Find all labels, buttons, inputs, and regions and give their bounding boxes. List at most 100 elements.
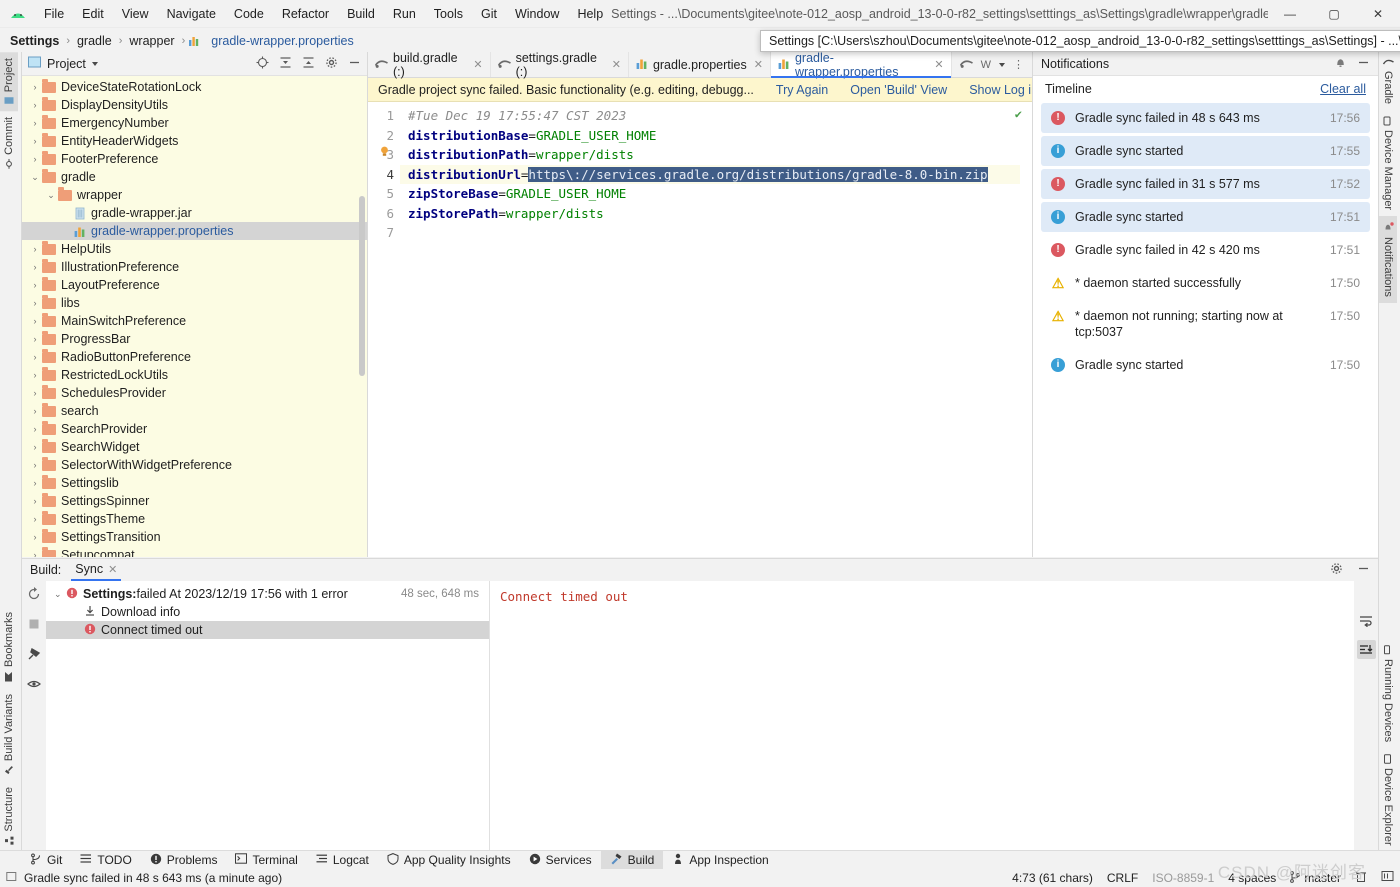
code-line[interactable]: distributionBase=GRADLE_USER_HOME [408, 126, 1032, 146]
tree-item-layoutpreference[interactable]: ›LayoutPreference [22, 276, 367, 294]
tree-expand-arrow[interactable]: › [28, 100, 42, 110]
tree-item-wrapper[interactable]: ⌄wrapper [22, 186, 367, 204]
tree-expand-arrow[interactable]: › [28, 118, 42, 128]
tool-window-button-app-quality-insights[interactable]: App Quality Insights [378, 851, 520, 870]
tree-item-emergencynumber[interactable]: ›EmergencyNumber [22, 114, 367, 132]
tree-item-setupcompat[interactable]: ›Setupcompat [22, 546, 367, 557]
chevron-down-icon[interactable] [92, 62, 98, 66]
tree-expand-arrow[interactable]: › [28, 136, 42, 146]
build-output-tree[interactable]: ⌄Settings: failed At 2023/12/19 17:56 wi… [46, 581, 490, 850]
tool-window-button-problems[interactable]: Problems [141, 851, 227, 870]
editor-tab-settings-gradle[interactable]: settings.gradle (:)✕ [491, 52, 629, 77]
sidebar-item-build-variants[interactable]: Build Variants [0, 688, 18, 781]
maximize-button[interactable]: ▢ [1312, 0, 1356, 28]
tree-expand-arrow[interactable]: › [28, 406, 42, 416]
error-stripe-marker-bar[interactable]: ✔ [1020, 102, 1032, 557]
tool-window-button-services[interactable]: Services [520, 851, 601, 870]
soft-wrap-icon[interactable] [1357, 611, 1376, 630]
tree-item-gradle-wrapper-properties[interactable]: gradle-wrapper.properties [22, 222, 367, 240]
tree-item-searchprovider[interactable]: ›SearchProvider [22, 420, 367, 438]
tree-item-restrictedlockutils[interactable]: ›RestrictedLockUtils [22, 366, 367, 384]
tree-expand-arrow[interactable]: › [28, 244, 42, 254]
sidebar-item-commit[interactable]: Commit [0, 111, 18, 175]
notification-item[interactable]: !Gradle sync failed in 48 s 643 ms17:56 [1041, 103, 1370, 133]
expand-all-icon[interactable] [279, 56, 292, 72]
caret-position[interactable]: 4:73 (61 chars) [1012, 871, 1093, 885]
close-icon[interactable]: ✕ [934, 58, 943, 71]
gear-icon[interactable] [325, 56, 338, 72]
tree-expand-arrow[interactable]: › [28, 460, 42, 470]
tree-item-search[interactable]: ›search [22, 402, 367, 420]
hide-panel-icon[interactable] [1357, 56, 1370, 72]
tree-expand-arrow[interactable]: › [28, 82, 42, 92]
restart-icon[interactable] [27, 587, 41, 604]
tree-expand-arrow[interactable]: › [28, 154, 42, 164]
breadcrumb-item-gradle[interactable]: gradle [73, 33, 116, 49]
menu-git[interactable]: Git [473, 4, 505, 24]
editor-tab-build-gradle[interactable]: build.gradle (:)✕ [368, 52, 491, 77]
close-icon[interactable]: ✕ [473, 58, 482, 71]
notification-item[interactable]: iGradle sync started17:55 [1041, 136, 1370, 166]
notification-item[interactable]: ⚠* daemon not running; starting now at t… [1041, 301, 1370, 347]
tree-expand-arrow[interactable]: › [28, 388, 42, 398]
tree-item-libs[interactable]: ›libs [22, 294, 367, 312]
tree-expand-arrow[interactable]: › [28, 424, 42, 434]
trash-icon[interactable] [1355, 870, 1367, 886]
menu-edit[interactable]: Edit [74, 4, 112, 24]
sidebar-item-structure[interactable]: Structure [0, 781, 18, 852]
editor-tab-overflow[interactable]: W⋮ [952, 52, 1032, 77]
tool-window-button-todo[interactable]: TODO [71, 851, 140, 870]
breadcrumb-item-settings[interactable]: Settings [6, 33, 63, 49]
hide-panel-icon[interactable] [1357, 562, 1370, 578]
build-tree-row[interactable]: ⌄Settings: failed At 2023/12/19 17:56 wi… [46, 585, 489, 603]
code-line[interactable]: distributionUrl=https\://services.gradle… [400, 165, 1032, 185]
tree-item-gradle[interactable]: ⌄gradle [22, 168, 367, 186]
menu-tools[interactable]: Tools [426, 4, 471, 24]
tree-expand-arrow[interactable]: › [28, 352, 42, 362]
code-line[interactable]: #Tue Dec 19 17:55:47 CST 2023 [408, 106, 1032, 126]
notification-item[interactable]: iGradle sync started17:51 [1041, 202, 1370, 232]
tree-expand-arrow[interactable]: › [28, 280, 42, 290]
close-icon[interactable]: ✕ [108, 563, 117, 576]
sidebar-item-device-explorer[interactable]: Device Explorer [1379, 748, 1397, 852]
notification-item[interactable]: !Gradle sync failed in 31 s 577 ms17:52 [1041, 169, 1370, 199]
memory-indicator-icon[interactable] [1381, 870, 1394, 886]
tool-window-button-build[interactable]: Build [601, 851, 664, 870]
tree-item-illustrationpreference[interactable]: ›IllustrationPreference [22, 258, 367, 276]
tree-expand-arrow[interactable]: › [28, 262, 42, 272]
tree-item-gradle-wrapper-jar[interactable]: gradle-wrapper.jar [22, 204, 367, 222]
indent-setting[interactable]: 4 spaces [1228, 871, 1276, 885]
sidebar-item-device-manager[interactable]: Device Manager [1379, 110, 1397, 216]
tree-item-settingslib[interactable]: ›Settingslib [22, 474, 367, 492]
try-again-link[interactable]: Try Again [776, 83, 828, 97]
tree-item-displaydensityutils[interactable]: ›DisplayDensityUtils [22, 96, 367, 114]
tree-expand-arrow[interactable]: ⌄ [44, 190, 58, 201]
chevron-down-icon[interactable] [999, 63, 1005, 67]
tree-item-helputils[interactable]: ›HelpUtils [22, 240, 367, 258]
stop-icon[interactable] [28, 618, 40, 633]
code-line[interactable]: zipStorePath=wrapper/dists [408, 204, 1032, 224]
tree-item-entityheaderwidgets[interactable]: ›EntityHeaderWidgets [22, 132, 367, 150]
menu-build[interactable]: Build [339, 4, 383, 24]
tree-item-settingsspinner[interactable]: ›SettingsSpinner [22, 492, 367, 510]
menu-code[interactable]: Code [226, 4, 272, 24]
tool-window-button-git[interactable]: Git [22, 851, 71, 870]
close-icon[interactable]: ✕ [612, 58, 621, 71]
tree-item-settingstheme[interactable]: ›SettingsTheme [22, 510, 367, 528]
locate-icon[interactable] [256, 56, 269, 72]
tree-item-footerpreference[interactable]: ›FooterPreference [22, 150, 367, 168]
notifications-bell-icon[interactable] [1334, 56, 1347, 72]
tree-item-devicestaterotationlock[interactable]: ›DeviceStateRotationLock [22, 78, 367, 96]
menu-refactor[interactable]: Refactor [274, 4, 337, 24]
tree-expand-arrow[interactable]: › [28, 532, 42, 542]
tree-expand-arrow[interactable]: › [28, 442, 42, 452]
open-build-view-link[interactable]: Open 'Build' View [850, 83, 947, 97]
tool-window-button-logcat[interactable]: Logcat [307, 851, 378, 870]
sidebar-item-running-devices[interactable]: Running Devices [1379, 639, 1397, 748]
close-icon[interactable]: ✕ [754, 58, 763, 71]
build-expand-arrow[interactable]: ⌄ [54, 589, 66, 600]
tree-expand-arrow[interactable]: ⌄ [28, 172, 42, 183]
menu-navigate[interactable]: Navigate [159, 4, 224, 24]
tree-item-selectorwithwidgetpreference[interactable]: ›SelectorWithWidgetPreference [22, 456, 367, 474]
project-tree[interactable]: ›DeviceStateRotationLock›DisplayDensityU… [22, 76, 367, 557]
